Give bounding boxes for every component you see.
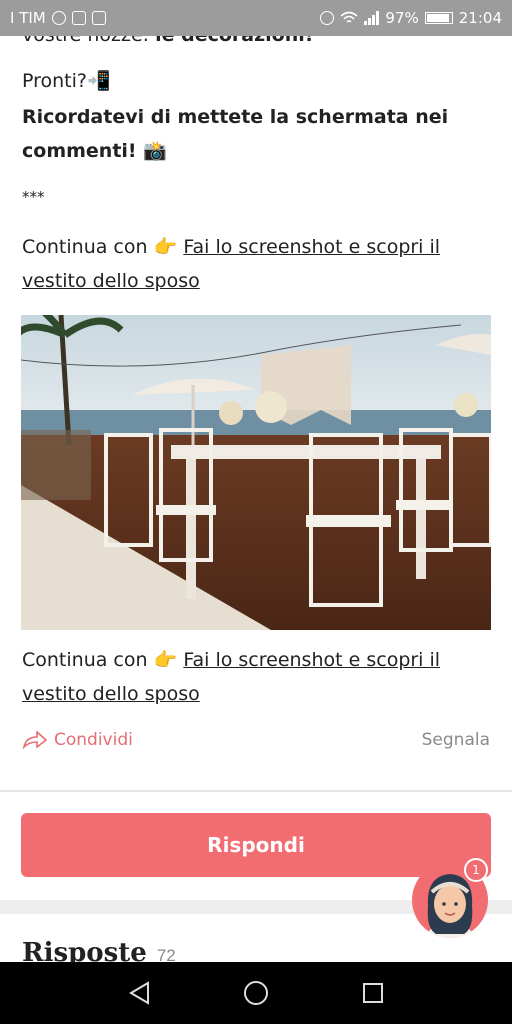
recents-button[interactable] (353, 973, 393, 1013)
system-nav-bar (0, 962, 512, 1024)
post-content: vostre nozze: le decorazioni! Pronti?📲 R… (0, 36, 512, 962)
whatsapp-icon (51, 11, 66, 25)
post-reminder: Ricordatevi di mettete la schermata nei … (22, 106, 449, 162)
answers-count: 72 (156, 946, 176, 962)
photo-icon (91, 11, 106, 25)
clock: 21:04 (458, 9, 502, 27)
back-icon (128, 981, 149, 1005)
camera-emoji: 📸 (143, 140, 167, 162)
wifi-icon (340, 11, 358, 23)
continue-paragraph-2: Continua con 👉 Fai lo screenshot e scopr… (22, 649, 441, 705)
continue-paragraph-1: Continua con 👉 Fai lo screenshot e scopr… (22, 236, 441, 292)
notification-badge: 1 (464, 858, 488, 882)
phone-emoji: 📲 (87, 70, 111, 92)
home-button[interactable] (236, 973, 276, 1013)
share-arrow-icon (22, 731, 48, 749)
answers-heading: Risposte 72 (22, 938, 176, 962)
home-icon (243, 981, 268, 1005)
signal-icon (364, 11, 380, 25)
share-label: Condividi (54, 730, 133, 750)
post-image[interactable] (21, 315, 491, 630)
recents-icon (363, 983, 384, 1003)
post-divider: *** (22, 188, 45, 206)
battery-percent: 97% (385, 9, 419, 27)
status-bar: I TIM 97% 21:04 (0, 0, 512, 36)
share-button[interactable]: Condividi (22, 730, 133, 750)
battery-icon (424, 12, 453, 24)
report-button[interactable]: Segnala (422, 730, 490, 750)
post-ready: Pronti?📲 (22, 70, 111, 92)
carrier-label: I TIM (10, 9, 46, 27)
assistant-avatar-button[interactable]: 1 (412, 858, 488, 938)
alarm-icon (320, 11, 335, 25)
post-text-cut: vostre nozze: le decorazioni! (22, 36, 313, 46)
post-actions: Condividi Segnala (22, 730, 490, 750)
answers-title: Risposte (22, 938, 147, 962)
divider (0, 790, 512, 792)
back-button[interactable] (119, 973, 159, 1013)
gallery-icon (71, 11, 86, 25)
